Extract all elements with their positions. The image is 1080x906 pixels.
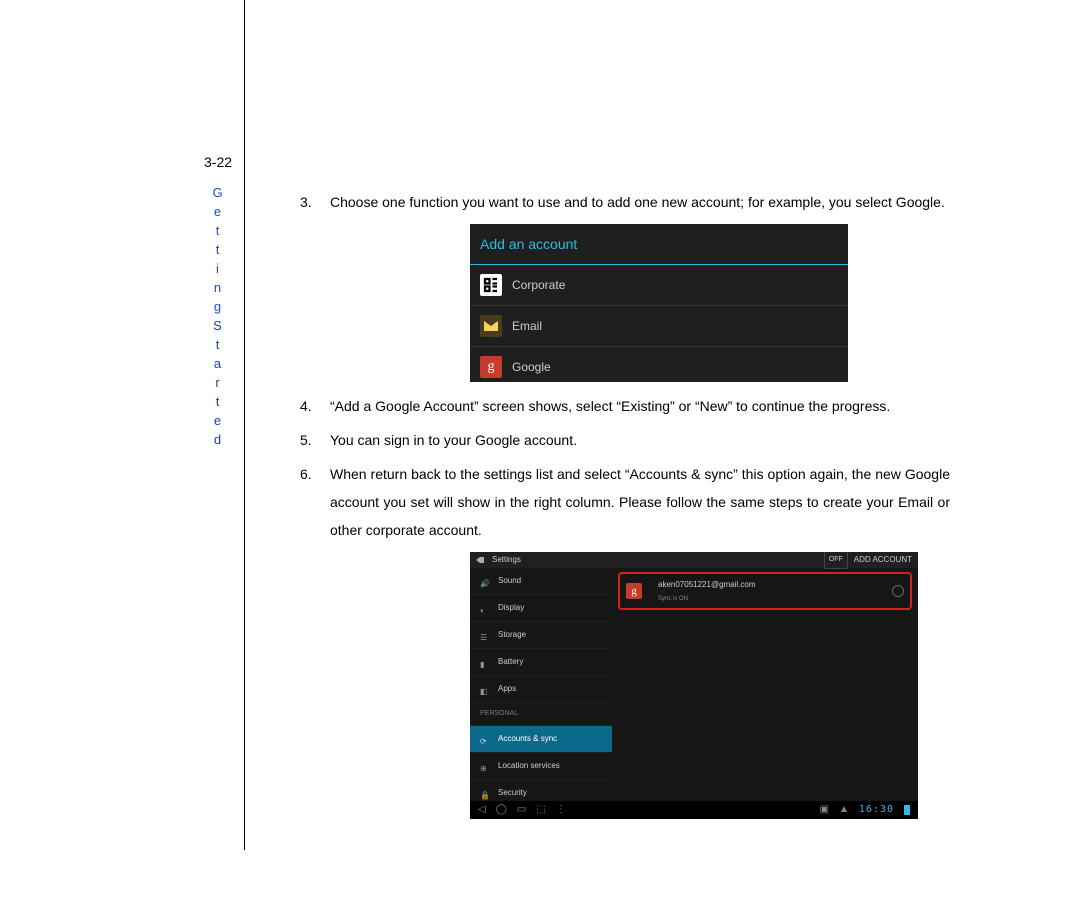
step-3: 3. Choose one function you want to use a… [300,188,950,382]
sidebar-item-location[interactable]: ⊕ Location services [470,753,612,780]
screenshot-icon[interactable]: ⬚ [536,800,545,819]
step-text: You can sign in to your Google account. [330,432,577,448]
sidebar-item-security[interactable]: 🔒 Security [470,780,612,800]
clock: 16:30 [859,800,894,819]
content-area: 3. Choose one function you want to use a… [300,188,950,825]
location-icon: ⊕ [480,761,490,771]
recents-icon[interactable]: ▭ [517,800,526,819]
sidebar-item-label: Sound [498,573,521,589]
section-title-part2: Started [210,318,225,451]
display-icon: ◐ [480,603,490,613]
battery-icon: ▮ [480,657,490,667]
sidebar-item-label: Display [498,600,524,616]
step-text: When return back to the settings list an… [330,466,950,538]
add-account-dialog: Add an account Corporate Email [470,224,848,382]
account-option-corporate[interactable]: Corporate [470,265,848,306]
sync-toggle[interactable]: OFF [824,552,848,569]
page-number: 3-22 [204,154,232,170]
battery-icon [904,805,910,815]
section-title: GettingStarted [210,185,225,451]
home-icon[interactable]: ◯ [496,800,507,819]
step-text: “Add a Google Account” screen shows, sel… [330,398,890,414]
apps-icon: ◧ [480,684,490,694]
sidebar-item-label: Location services [498,758,560,774]
account-email: aken07051221@gmail.com [658,577,756,593]
sidebar-item-apps[interactable]: ◧ Apps [470,676,612,703]
figure-settings-screenshot: Settings OFF ADD ACCOUNT 🔊 Sound ◐ Display [470,552,950,819]
warning-icon: ▲ [839,800,849,819]
step-number: 3. [300,188,312,216]
add-account-button[interactable]: ADD ACCOUNT [854,552,912,568]
account-option-google[interactable]: g Google [470,347,848,387]
step-6: 6. When return back to the settings list… [300,460,950,819]
account-option-email[interactable]: Email [470,306,848,347]
google-icon: g [626,583,642,599]
step-number: 6. [300,460,312,488]
section-title-part1: Getting [210,185,225,318]
lock-icon: 🔒 [480,788,490,798]
sync-status-icon [892,585,904,597]
sidebar-item-sound[interactable]: 🔊 Sound [470,568,612,595]
account-option-label: Email [512,314,542,338]
storage-icon: ☰ [480,630,490,640]
sidebar-item-display[interactable]: ◐ Display [470,595,612,622]
vertical-divider [244,0,245,850]
account-option-label: Google [512,355,551,379]
settings-icon [476,555,486,565]
sound-icon: 🔊 [480,576,490,586]
download-icon: ▣ [820,800,829,819]
account-sync-status: Sync is ON [658,593,756,605]
sidebar-category: PERSONAL [470,703,612,726]
step-number: 4. [300,392,312,420]
sidebar-item-battery[interactable]: ▮ Battery [470,649,612,676]
account-option-label: Corporate [512,273,565,297]
sidebar-item-label: Security [498,785,527,800]
sidebar-item-storage[interactable]: ☰ Storage [470,622,612,649]
system-navbar: ◁ ◯ ▭ ⬚ ⋮ ▣ ▲ 16:30 [470,801,918,819]
email-icon [480,315,502,337]
tablet-screenshot: Settings OFF ADD ACCOUNT 🔊 Sound ◐ Display [470,552,918,819]
account-row-highlighted[interactable]: g aken07051221@gmail.com Sync is ON [618,572,912,610]
settings-sidebar: 🔊Sound ◐Display ☰Storage ▮Battery ◧Apps … [470,568,612,800]
figure-add-account: Add an account Corporate Email [470,224,950,382]
settings-main-panel: g aken07051221@gmail.com Sync is ON [612,568,918,800]
settings-title: Settings [492,552,521,568]
settings-topbar: Settings OFF ADD ACCOUNT [470,552,918,568]
corporate-icon [480,274,502,296]
back-icon[interactable]: ◁ [478,800,486,819]
step-text: Choose one function you want to use and … [330,194,945,210]
sync-icon: ⟳ [480,734,490,744]
sidebar-item-accounts-sync[interactable]: ⟳ Accounts & sync [470,726,612,753]
sidebar-item-label: Accounts & sync [498,731,557,747]
menu-icon[interactable]: ⋮ [556,800,566,819]
sidebar-item-label: Battery [498,654,523,670]
sidebar-item-label: Apps [498,681,516,697]
dialog-title: Add an account [470,224,848,265]
sidebar-item-label: Storage [498,627,526,643]
step-5: 5. You can sign in to your Google accoun… [300,426,950,454]
google-icon: g [480,356,502,378]
step-number: 5. [300,426,312,454]
step-4: 4. “Add a Google Account” screen shows, … [300,392,950,420]
